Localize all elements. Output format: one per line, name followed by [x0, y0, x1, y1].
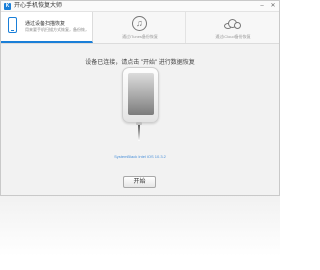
- window-controls: – ✕: [259, 3, 276, 9]
- app-window: K 开心手机恢复大师 – ✕ 通过设备扫描恢复 用来要手机扫描方式恢复，备份恢，…: [0, 0, 280, 196]
- usb-cable: [138, 125, 140, 141]
- tab-itunes-backup[interactable]: ♫ 通过iTunes备份恢复: [94, 12, 186, 43]
- cloud-icon: [224, 19, 241, 29]
- tab-device-scan[interactable]: 通过设备扫描恢复 用来要手机扫描方式恢复，备份恢，您通过这台恢复手机数据: [1, 12, 93, 43]
- mode-tabs: 通过设备扫描恢复 用来要手机扫描方式恢复，备份恢，您通过这台恢复手机数据 ♫ 通…: [1, 12, 279, 44]
- music-note-icon: ♫: [132, 16, 147, 31]
- title-bar: K 开心手机恢复大师 – ✕: [1, 1, 279, 12]
- device-screen: [128, 73, 154, 115]
- minimize-icon[interactable]: –: [259, 3, 265, 9]
- device-info-link[interactable]: SystemBlack Intel iOS 10.3.2: [1, 154, 279, 159]
- tab-icloud-backup[interactable]: 通过iCloud备份恢复: [187, 12, 279, 43]
- tab-icloud-label: 通过iCloud备份恢复: [215, 34, 251, 39]
- start-button[interactable]: 开始: [123, 176, 156, 188]
- tab-device-scan-subtitle: 用来要手机扫描方式恢复，备份恢，您通过这台恢复手机数据: [25, 27, 89, 32]
- phone-icon: [8, 17, 17, 33]
- app-logo-icon: K: [4, 3, 11, 10]
- tab-itunes-label: 通过iTunes备份恢复: [122, 34, 158, 39]
- close-icon[interactable]: ✕: [270, 3, 276, 9]
- tab-device-scan-title: 通过设备扫描恢复: [25, 21, 66, 27]
- window-reflection: [0, 196, 280, 256]
- connection-instruction: 设备已连接，请点击 "开始" 进行数据恢复: [85, 60, 195, 66]
- app-title: 开心手机恢复大师: [14, 3, 63, 9]
- device-image: [122, 67, 159, 123]
